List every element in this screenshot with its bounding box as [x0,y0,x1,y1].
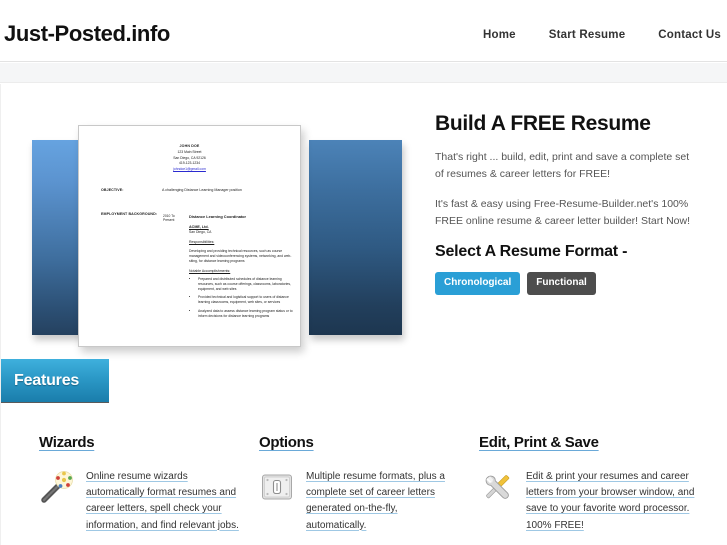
resume-accomplishment-item: Analyzed data to assess distance learnin… [198,309,296,319]
resume-format-heading: Select A Resume Format - [435,243,628,261]
nav-item-contact-us[interactable]: Contact Us [658,29,721,41]
resume-accomplishment-item: Prepared and distributed schedules of di… [198,277,296,292]
header-subbar [0,63,727,83]
tools-icon [479,469,515,505]
nav-item-start-resume[interactable]: Start Resume [549,29,626,41]
resume-accomplishments-heading: Notable Accomplishments: [189,269,231,273]
feature-columns: Wizards Online resume wizards automatica… [1,434,727,545]
resume-accomplishment-item: Provided technical and logistical suppor… [198,295,296,305]
resume-phone: 419-123-1234 [178,161,201,165]
magic-wand-icon [39,469,75,505]
resume-job-dates: 2010 To Present [163,214,175,223]
feature-text-edit-print-save[interactable]: Edit & print your resumes and career let… [526,469,699,534]
resume-name: JOHN DOE [179,144,200,148]
chronological-format-button[interactable]: Chronological [435,272,521,296]
resume-responsibilities-heading: Responsibilities: [189,240,215,244]
features-tab[interactable]: Features [1,359,109,403]
nav-item-home[interactable]: Home [483,29,516,41]
resume-employment-label: EMPLOYMENT BACKGROUND: [101,212,158,216]
features-tab-label: Features [14,371,80,389]
site-logo[interactable]: Just-Posted.info [4,21,170,47]
feature-column-edit-print-save: Edit, Print & Save Edit & print your res… [479,434,699,534]
content-area: JOHN DOE 123 Main Street San Diego, CA 9… [0,84,727,545]
resume-objective-label: OBJECTIVE: [101,188,124,192]
feature-title-wizards: Wizards [39,434,95,451]
feature-column-wizards: Wizards Online resume wizards automatica… [39,434,239,534]
hero-text-column: Build A FREE Resume That's right ... bui… [435,112,697,296]
resume-email: johndoe1@gmail.com [173,166,206,171]
resume-objective-value: A challenging Distance Learning Manager … [162,188,242,192]
resume-hero-image: JOHN DOE 123 Main Street San Diego, CA 9… [7,104,427,369]
site-header: Just-Posted.info Home Start Resume Conta… [0,0,727,62]
hero-blue-panel-right [309,140,402,335]
feature-text-wizards[interactable]: Online resume wizards automatically form… [86,469,239,534]
feature-column-options: Options Multiple resume formats, plus a … [259,434,459,534]
resume-job-title: Distance Learning Coordinator [189,214,247,219]
resume-format-buttons: Chronological Functional [435,272,697,296]
hero-paragraph-1: That's right ... build, edit, print and … [435,151,690,181]
hero-heading: Build A FREE Resume [435,112,651,135]
hero-paragraph-2: It's fast & easy using Free-Resume-Build… [435,198,691,228]
feature-title-options: Options [259,434,314,451]
resume-city-state-zip: San Diego, CA 92126 [173,155,206,160]
functional-format-button[interactable]: Functional [527,272,596,296]
resume-accomplishments-list: Prepared and distributed schedules of di… [192,277,296,322]
resume-preview-page[interactable]: JOHN DOE 123 Main Street San Diego, CA 9… [78,125,301,347]
page-root: Just-Posted.info Home Start Resume Conta… [0,0,727,545]
resume-address: 123 Main Street [177,150,202,154]
options-panel-icon [259,469,295,505]
resume-company-location: San Diego, CA [189,230,212,234]
resume-responsibilities-body: Developing and providing technical resou… [189,249,292,264]
feature-text-options[interactable]: Multiple resume formats, plus a complete… [306,469,459,534]
main-navigation: Home Start Resume Contact Us [483,29,721,41]
feature-title-edit-print-save: Edit, Print & Save [479,434,599,451]
